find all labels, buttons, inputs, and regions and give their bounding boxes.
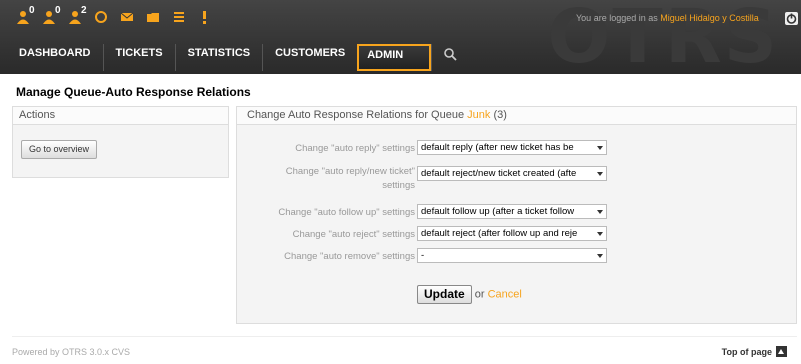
- nav-dashboard[interactable]: DASHBOARD: [13, 44, 103, 71]
- top-of-page-link[interactable]: Top of page: [722, 346, 787, 357]
- submit-row: Update or Cancel: [417, 285, 522, 304]
- top-of-page-label: Top of page: [721, 346, 772, 357]
- responsible-count: 2: [81, 5, 87, 16]
- folder-icon[interactable]: [144, 6, 168, 28]
- responsible-tickets-icon[interactable]: 2: [66, 5, 90, 28]
- mail-icon[interactable]: [118, 6, 142, 28]
- otrs-watermark: OTRS: [547, 0, 779, 80]
- update-button[interactable]: Update: [417, 285, 472, 304]
- cancel-link[interactable]: Cancel: [488, 288, 522, 300]
- list-icon[interactable]: [170, 6, 194, 28]
- nav-tickets[interactable]: TICKETS: [102, 44, 175, 71]
- login-info: You are logged in as Miguel Hidalgo y Co…: [576, 13, 759, 23]
- logout-icon[interactable]: [785, 12, 798, 25]
- auto-reply-new-ticket-label-line2: settings: [382, 180, 415, 191]
- auto-remove-label: Change "auto remove" settings: [284, 251, 415, 262]
- auto-reject-value: default reject (after follow up and reje: [421, 228, 578, 239]
- locked-count: 0: [29, 5, 35, 16]
- arrow-up-icon: [776, 346, 787, 357]
- page-title: Manage Queue-Auto Response Relations: [16, 85, 251, 99]
- nav-admin[interactable]: ADMIN: [357, 44, 432, 71]
- chevron-down-icon: [597, 232, 603, 236]
- auto-follow-up-value: default follow up (after a ticket follow: [421, 206, 575, 217]
- chevron-down-icon: [597, 254, 603, 258]
- watched-tickets-icon[interactable]: 0: [40, 5, 64, 28]
- login-prefix: You are logged in as: [576, 13, 658, 23]
- relations-box: Change Auto Response Relations for Queue…: [236, 106, 797, 324]
- toolbar: 0 0 2: [14, 5, 222, 30]
- auto-reply-new-ticket-label: Change "auto reply/new ticket" settings: [245, 165, 415, 193]
- powered-by[interactable]: Powered by OTRS 3.0.x CVS: [12, 347, 130, 357]
- chevron-down-icon: [597, 146, 603, 150]
- auto-reject-label: Change "auto reject" settings: [292, 229, 415, 240]
- user-name-link[interactable]: Miguel Hidalgo y Costilla: [660, 13, 759, 23]
- or-text: or: [474, 288, 485, 301]
- auto-reply-label: Change "auto reply" settings: [295, 143, 415, 154]
- refresh-icon[interactable]: [92, 6, 116, 28]
- watched-count: 0: [55, 5, 61, 16]
- main-nav: DASHBOARD TICKETS STATISTICS CUSTOMERS A…: [13, 44, 467, 71]
- auto-reply-new-ticket-label-line1: Change "auto reply/new ticket": [285, 166, 415, 177]
- locked-tickets-icon[interactable]: 0: [14, 5, 38, 28]
- auto-remove-value: -: [421, 250, 425, 261]
- nav-customers[interactable]: CUSTOMERS: [262, 44, 357, 71]
- queue-count: (3): [493, 109, 507, 121]
- go-to-overview-button[interactable]: Go to overview: [21, 140, 98, 159]
- auto-reject-select[interactable]: default reject (after follow up and reje: [417, 226, 607, 241]
- auto-reply-new-ticket-select[interactable]: default reject/new ticket created (afte: [417, 166, 607, 181]
- queue-link[interactable]: Junk: [467, 109, 490, 121]
- auto-follow-up-label: Change "auto follow up" settings: [278, 207, 415, 218]
- search-icon[interactable]: [431, 44, 467, 71]
- auto-reply-select[interactable]: default reply (after new ticket has be: [417, 140, 607, 155]
- auto-reply-value: default reply (after new ticket has be: [421, 142, 574, 153]
- exclamation-icon[interactable]: [196, 6, 220, 28]
- auto-remove-select[interactable]: -: [417, 248, 607, 263]
- nav-statistics[interactable]: STATISTICS: [174, 44, 263, 71]
- heading-prefix: Change Auto Response Relations for Queue: [247, 109, 465, 121]
- actions-heading: Actions: [13, 107, 228, 125]
- chevron-down-icon: [597, 210, 603, 214]
- actions-box: Actions Go to overview: [12, 106, 229, 178]
- auto-reply-new-ticket-value: default reject/new ticket created (afte: [421, 168, 577, 179]
- footer-divider: [12, 336, 797, 337]
- relations-heading: Change Auto Response Relations for Queue…: [237, 107, 796, 125]
- chevron-down-icon: [597, 172, 603, 176]
- auto-follow-up-select[interactable]: default follow up (after a ticket follow: [417, 204, 607, 219]
- header: OTRS 0 0 2 You are logged in as Miguel H…: [0, 0, 801, 80]
